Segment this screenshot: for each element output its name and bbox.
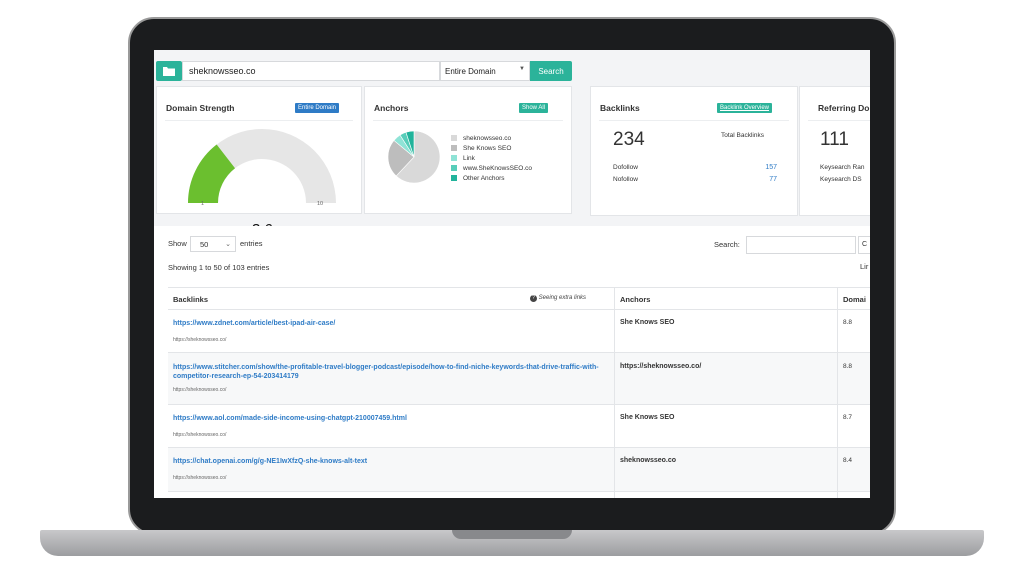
- legend-item: Link: [451, 153, 532, 163]
- backlink-url[interactable]: https://www.aol.com/made-side-income-usi…: [173, 414, 603, 423]
- total-backlinks-label: Total Backlinks: [721, 132, 764, 139]
- anchors-column-header[interactable]: Anchors: [620, 295, 650, 304]
- anchor-text: https://sheknowsseo.co/: [620, 363, 702, 370]
- gauge-min-label: 1: [201, 201, 205, 207]
- table-row: https://chat.openai.com/g/g-NE1IwXfzQ-sh…: [168, 448, 870, 492]
- backlink-overview-tag[interactable]: Backlink Overview: [717, 103, 773, 113]
- keysearch-rank-label: Keysearch Ran: [820, 164, 865, 171]
- legend-label: Link: [463, 154, 475, 162]
- backlinks-table: Backlinks ? Seeing extra links Anchors D…: [168, 287, 870, 498]
- referring-domains-card: Referring Do 111 Keysearch Ran Keysearch…: [799, 86, 870, 216]
- legend-swatch: [451, 135, 457, 141]
- backlink-target: https://sheknowsseo.co/: [173, 337, 227, 343]
- legend-swatch: [451, 145, 457, 151]
- backlinks-table-section: Show 50 ⌄ entries Search: C Showing 1 to…: [154, 226, 870, 498]
- anchor-text: She Knows SEO: [620, 319, 675, 326]
- backlink-url[interactable]: https://chat.openai.com/g/g-NE1IwXfzQ-sh…: [173, 457, 603, 466]
- legend-label: She Knows SEO: [463, 144, 512, 152]
- scope-value: Entire Domain: [445, 67, 496, 76]
- entries-select[interactable]: 50 ⌄: [190, 236, 236, 252]
- domain-strength: 8.4: [843, 457, 853, 464]
- dofollow-label: Dofollow: [613, 164, 638, 171]
- domain-strength: 8.8: [843, 363, 853, 370]
- keysearch-ds-label: Keysearch DS: [820, 176, 862, 183]
- domain-strength: 8.8: [843, 319, 853, 326]
- backlinks-card: Backlinks Backlink Overview 234 Total Ba…: [590, 86, 798, 216]
- column-divider: [837, 288, 838, 498]
- anchor-text: sheknowsseo.co: [620, 457, 677, 464]
- table-row: https://www.zdnet.com/article/best-ipad-…: [168, 310, 870, 353]
- search-toolbar: sheknowsseo.co Entire Domain ▼ Search: [154, 50, 870, 86]
- scope-select[interactable]: Entire Domain ▼: [440, 61, 530, 81]
- legend-item: sheknowsseo.co: [451, 133, 532, 143]
- seeing-extra-links[interactable]: ? Seeing extra links: [530, 295, 586, 302]
- column-toggle-button[interactable]: C: [858, 236, 870, 254]
- show-label: Show: [168, 239, 187, 248]
- table-search-label: Search:: [714, 240, 740, 249]
- anchors-title: Anchors: [374, 103, 409, 113]
- folder-icon: [163, 67, 175, 76]
- anchor-text: She Knows SEO: [620, 414, 675, 421]
- domain-input[interactable]: sheknowsseo.co: [182, 61, 440, 81]
- anchors-legend: sheknowsseo.co She Knows SEO Link www.Sh…: [451, 133, 532, 183]
- legend-label: sheknowsseo.co: [463, 134, 512, 142]
- domain-strength-title: Domain Strength: [166, 103, 235, 113]
- anchors-card: Anchors Show All sheknowsseo.co She Know…: [364, 86, 572, 214]
- total-backlinks-value: 234: [613, 129, 645, 150]
- table-row: https://www.aol.com/made-side-income-usi…: [168, 405, 870, 448]
- backlink-target: https://sheknowsseo.co/: [173, 387, 227, 393]
- gauge-max-label: 10: [317, 201, 324, 207]
- caret-down-icon: ▼: [519, 66, 525, 72]
- domain-strength-card: Domain Strength Entire Domain 3.6 1 10: [156, 86, 362, 238]
- column-divider: [614, 288, 615, 498]
- divider: [165, 120, 353, 121]
- chevron-down-icon: ⌄: [225, 241, 231, 248]
- backlinks-column-header[interactable]: Backlinks: [173, 295, 208, 304]
- backlinks-title: Backlinks: [600, 103, 640, 113]
- legend-swatch: [451, 175, 457, 181]
- backlink-target: https://sheknowsseo.co/: [173, 432, 227, 438]
- entries-label: entries: [240, 239, 263, 248]
- table-search-input[interactable]: [746, 236, 856, 254]
- show-all-tag[interactable]: Show All: [519, 103, 549, 113]
- backlink-target: https://sheknowsseo.co/: [173, 475, 227, 481]
- backlink-url[interactable]: https://www.zdnet.com/article/best-ipad-…: [173, 319, 603, 328]
- domain-strength-gauge: [188, 129, 336, 203]
- entries-value: 50: [200, 240, 209, 249]
- divider: [808, 120, 870, 121]
- links-label-cut: Lir: [860, 262, 869, 271]
- legend-label: Other Anchors: [463, 174, 505, 182]
- table-info: Showing 1 to 50 of 103 entries: [168, 263, 270, 272]
- folder-button[interactable]: [156, 61, 182, 81]
- laptop-notch: [452, 530, 572, 539]
- anchors-pie-chart: [387, 130, 441, 184]
- nofollow-value[interactable]: 77: [751, 176, 777, 183]
- table-row: https://www.stitcher.com/show/the-profit…: [168, 353, 870, 405]
- legend-item: www.SheKnowsSEO.co: [451, 163, 532, 173]
- legend-label: www.SheKnowsSEO.co: [463, 164, 533, 172]
- domain-strength-column-header[interactable]: Domai: [843, 295, 866, 304]
- entire-domain-tag[interactable]: Entire Domain: [295, 103, 340, 113]
- backlink-url[interactable]: https://www.stitcher.com/show/the-profit…: [173, 363, 603, 381]
- legend-swatch: [451, 165, 457, 171]
- divider: [373, 120, 563, 121]
- legend-item: She Knows SEO: [451, 143, 532, 153]
- question-icon: ?: [530, 295, 537, 302]
- app-screen: sheknowsseo.co Entire Domain ▼ Search Do…: [154, 50, 870, 498]
- search-button[interactable]: Search: [530, 61, 572, 81]
- table-header: Backlinks ? Seeing extra links Anchors D…: [168, 288, 870, 310]
- legend-swatch: [451, 155, 457, 161]
- dofollow-value[interactable]: 157: [751, 164, 777, 171]
- domain-strength: 8.7: [843, 414, 853, 421]
- legend-item: Other Anchors: [451, 173, 532, 183]
- extra-links-label: Seeing extra links: [538, 295, 587, 301]
- divider: [599, 120, 789, 121]
- referring-domains-title: Referring Do: [818, 103, 870, 113]
- nofollow-label: Nofollow: [613, 176, 638, 183]
- referring-domains-value: 111: [820, 129, 849, 150]
